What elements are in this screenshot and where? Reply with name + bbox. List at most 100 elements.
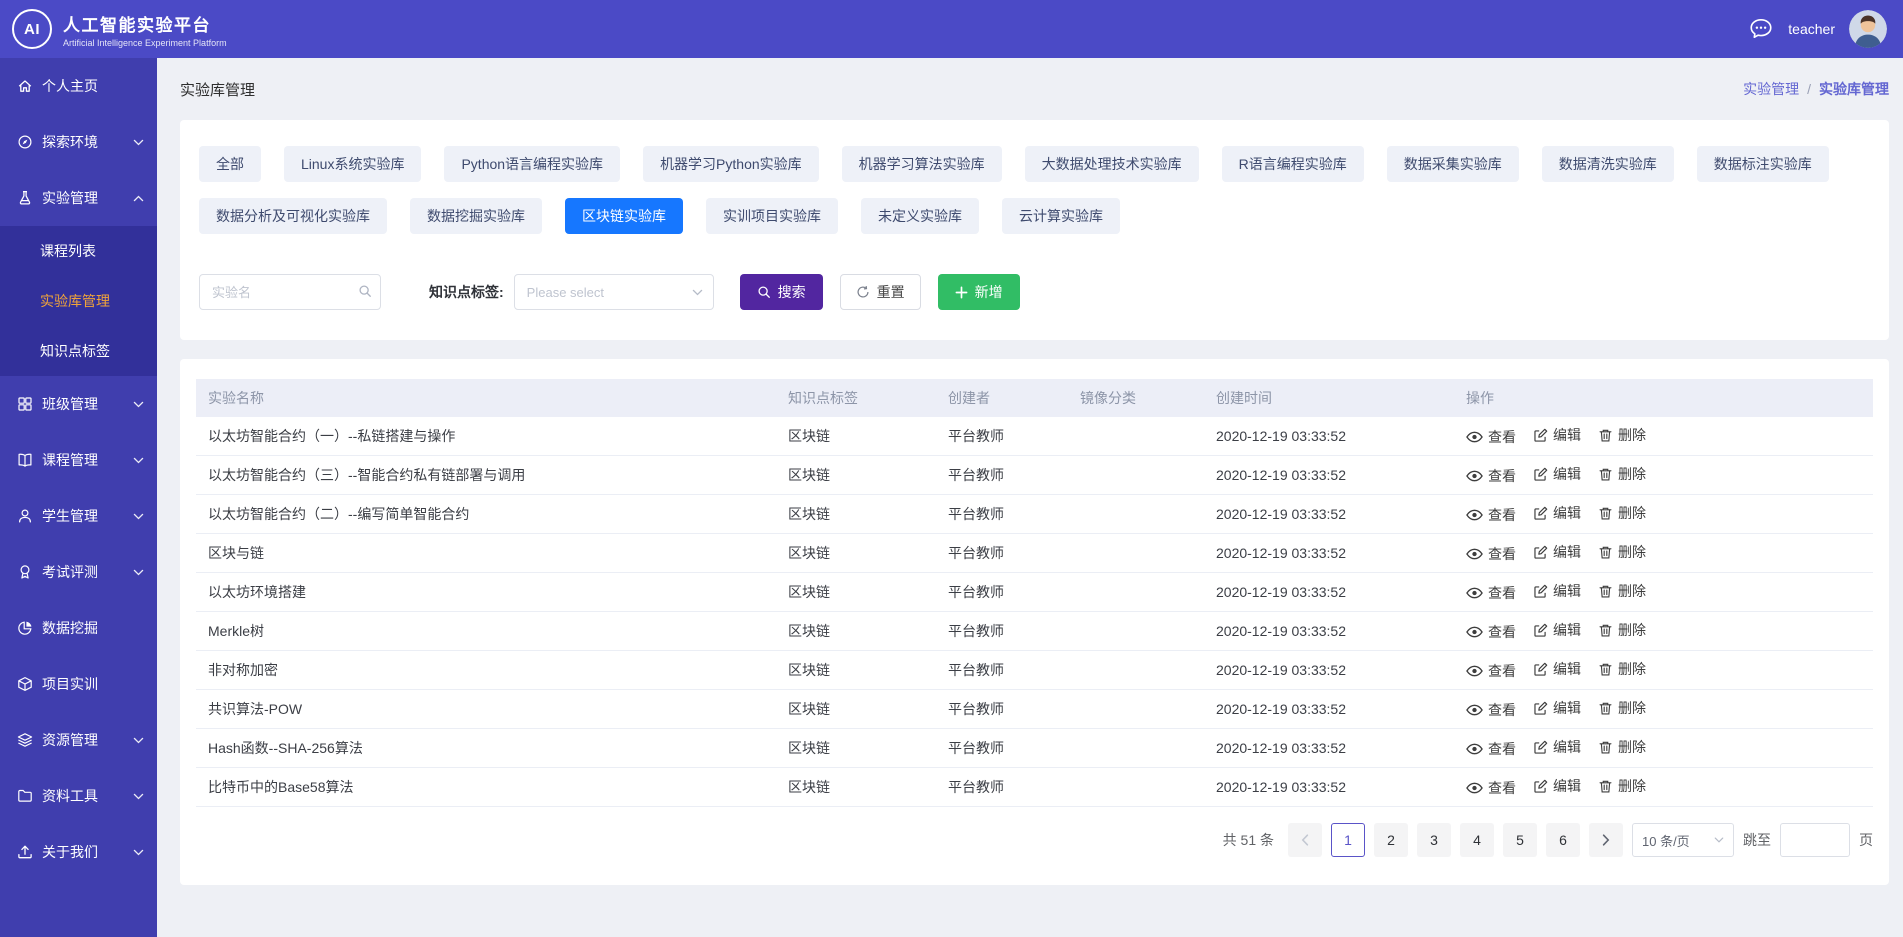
- row-delete-link[interactable]: 删除: [1598, 620, 1646, 640]
- breadcrumb-parent[interactable]: 实验管理: [1743, 79, 1799, 99]
- cube-icon: [16, 676, 33, 692]
- row-delete-link[interactable]: 删除: [1598, 698, 1646, 718]
- row-edit-link[interactable]: 编辑: [1533, 542, 1581, 562]
- edit-icon: [1533, 623, 1548, 638]
- filter-tag[interactable]: 全部: [199, 146, 261, 182]
- row-view-link[interactable]: 查看: [1466, 427, 1516, 447]
- created-time-cell: 2020-12-19 03:33:52: [1204, 651, 1454, 690]
- page-button-5[interactable]: 5: [1503, 823, 1537, 857]
- filter-tag[interactable]: 数据挖掘实验库: [410, 198, 542, 234]
- sidebar-item-class[interactable]: 班级管理: [0, 376, 157, 432]
- row-delete-link[interactable]: 删除: [1598, 776, 1646, 796]
- row-delete-link[interactable]: 删除: [1598, 581, 1646, 601]
- page-button-6[interactable]: 6: [1546, 823, 1580, 857]
- row-edit-link[interactable]: 编辑: [1533, 698, 1581, 718]
- row-edit-link[interactable]: 编辑: [1533, 776, 1581, 796]
- row-delete-link[interactable]: 删除: [1598, 503, 1646, 523]
- sidebar-item-mining[interactable]: 数据挖掘: [0, 600, 157, 656]
- row-delete-link[interactable]: 删除: [1598, 542, 1646, 562]
- row-view-link[interactable]: 查看: [1466, 700, 1516, 720]
- row-delete-label: 删除: [1618, 737, 1646, 757]
- row-delete-link[interactable]: 删除: [1598, 425, 1646, 445]
- sidebar-item-tools[interactable]: 资料工具: [0, 768, 157, 824]
- mirror-category-cell: [1068, 456, 1204, 495]
- sidebar-item-student[interactable]: 学生管理: [0, 488, 157, 544]
- page-size-select[interactable]: 10 条/页: [1632, 823, 1734, 857]
- row-view-link[interactable]: 查看: [1466, 544, 1516, 564]
- eye-icon: [1466, 782, 1483, 794]
- search-icon: [358, 284, 372, 298]
- row-edit-link[interactable]: 编辑: [1533, 620, 1581, 640]
- filter-tag[interactable]: 数据标注实验库: [1697, 146, 1829, 182]
- next-page-button[interactable]: [1589, 823, 1623, 857]
- row-edit-link[interactable]: 编辑: [1533, 581, 1581, 601]
- user-avatar[interactable]: [1849, 10, 1887, 48]
- reset-button[interactable]: 重置: [840, 274, 921, 310]
- page-button-3[interactable]: 3: [1417, 823, 1451, 857]
- sidebar-item-exam[interactable]: 考试评测: [0, 544, 157, 600]
- page-title: 实验库管理: [180, 79, 255, 100]
- row-view-link[interactable]: 查看: [1466, 505, 1516, 525]
- filter-tag[interactable]: 数据清洗实验库: [1542, 146, 1674, 182]
- row-view-label: 查看: [1488, 544, 1516, 564]
- filter-tag[interactable]: 区块链实验库: [565, 198, 683, 234]
- filter-tag[interactable]: R语言编程实验库: [1222, 146, 1364, 182]
- row-view-link[interactable]: 查看: [1466, 778, 1516, 798]
- table-row: 共识算法-POW区块链平台教师2020-12-19 03:33:52查看编辑删除: [196, 690, 1873, 729]
- page-buttons: 123456: [1331, 823, 1580, 857]
- sidebar-subitem-knowledge-tags[interactable]: 知识点标签: [0, 326, 157, 376]
- filter-tag[interactable]: 未定义实验库: [861, 198, 979, 234]
- sidebar-item-about[interactable]: 关于我们: [0, 824, 157, 880]
- filter-tag[interactable]: 云计算实验库: [1002, 198, 1120, 234]
- row-view-link[interactable]: 查看: [1466, 466, 1516, 486]
- experiment-name-input[interactable]: [199, 274, 381, 310]
- eye-icon: [1466, 587, 1483, 599]
- row-view-link[interactable]: 查看: [1466, 622, 1516, 642]
- row-view-label: 查看: [1488, 661, 1516, 681]
- row-delete-link[interactable]: 删除: [1598, 737, 1646, 757]
- filter-tag[interactable]: 机器学习算法实验库: [842, 146, 1002, 182]
- row-view-link[interactable]: 查看: [1466, 583, 1516, 603]
- sidebar-item-home[interactable]: 个人主页: [0, 58, 157, 114]
- sidebar-item-experiment[interactable]: 实验管理: [0, 170, 157, 226]
- messages-icon[interactable]: [1748, 16, 1774, 42]
- experiment-name-cell: 比特币中的Base58算法: [196, 768, 776, 807]
- filter-tag[interactable]: 数据采集实验库: [1387, 146, 1519, 182]
- sidebar-item-project[interactable]: 项目实训: [0, 656, 157, 712]
- add-button[interactable]: 新增: [938, 274, 1020, 310]
- filter-tag[interactable]: 数据分析及可视化实验库: [199, 198, 387, 234]
- page-button-1[interactable]: 1: [1331, 823, 1365, 857]
- row-edit-link[interactable]: 编辑: [1533, 737, 1581, 757]
- filter-tag[interactable]: 大数据处理技术实验库: [1025, 146, 1199, 182]
- created-time-cell: 2020-12-19 03:33:52: [1204, 768, 1454, 807]
- row-edit-link[interactable]: 编辑: [1533, 464, 1581, 484]
- filter-tag[interactable]: Linux系统实验库: [284, 146, 421, 182]
- prev-page-button[interactable]: [1288, 823, 1322, 857]
- table-row: 以太坊智能合约（一）--私链搭建与操作区块链平台教师2020-12-19 03:…: [196, 417, 1873, 456]
- filter-tag[interactable]: 机器学习Python实验库: [643, 146, 819, 182]
- sidebar-item-course[interactable]: 课程管理: [0, 432, 157, 488]
- sidebar-subitem-course-list[interactable]: 课程列表: [0, 226, 157, 276]
- page-button-4[interactable]: 4: [1460, 823, 1494, 857]
- chevron-down-icon: [1714, 837, 1724, 843]
- row-view-link[interactable]: 查看: [1466, 661, 1516, 681]
- tag-filter-label: 知识点标签:: [429, 282, 504, 302]
- row-view-link[interactable]: 查看: [1466, 739, 1516, 759]
- jump-label: 跳至: [1743, 830, 1771, 850]
- actions-cell: 查看编辑删除: [1454, 768, 1873, 807]
- row-edit-link[interactable]: 编辑: [1533, 659, 1581, 679]
- filter-tag[interactable]: Python语言编程实验库: [444, 146, 620, 182]
- table-row: 区块与链区块链平台教师2020-12-19 03:33:52查看编辑删除: [196, 534, 1873, 573]
- row-delete-link[interactable]: 删除: [1598, 659, 1646, 679]
- jump-page-input[interactable]: [1780, 823, 1850, 857]
- knowledge-tag-select[interactable]: Please select: [514, 274, 714, 310]
- sidebar-subitem-experiment-library[interactable]: 实验库管理: [0, 276, 157, 326]
- page-button-2[interactable]: 2: [1374, 823, 1408, 857]
- filter-tag[interactable]: 实训项目实验库: [706, 198, 838, 234]
- row-edit-link[interactable]: 编辑: [1533, 425, 1581, 445]
- sidebar-item-resource[interactable]: 资源管理: [0, 712, 157, 768]
- row-delete-link[interactable]: 删除: [1598, 464, 1646, 484]
- search-button[interactable]: 搜索: [740, 274, 823, 310]
- row-edit-link[interactable]: 编辑: [1533, 503, 1581, 523]
- sidebar-item-explore[interactable]: 探索环境: [0, 114, 157, 170]
